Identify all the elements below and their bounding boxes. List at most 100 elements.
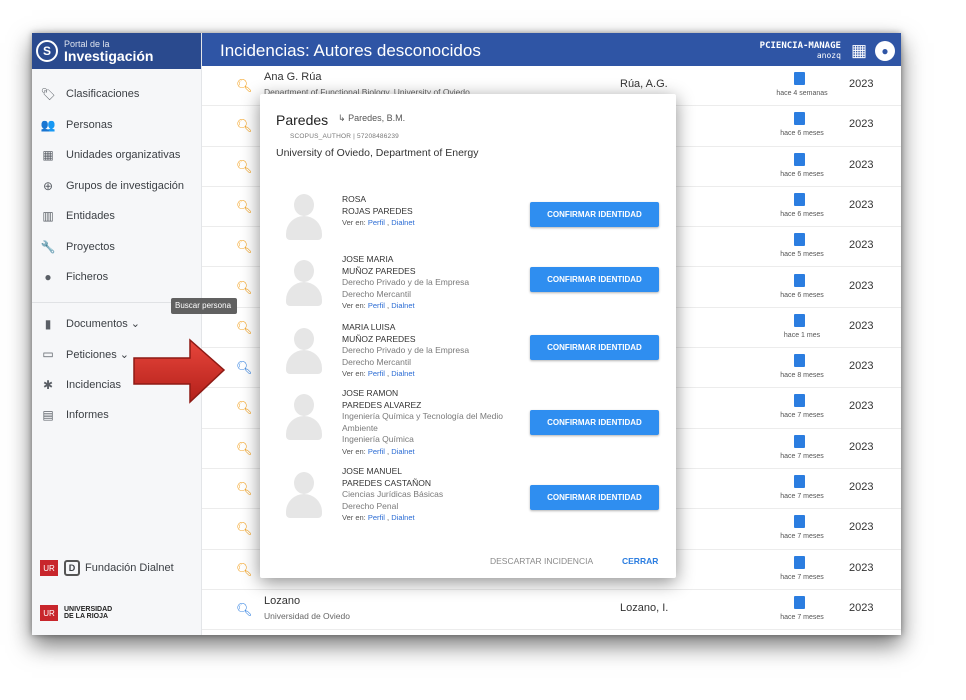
candidate-department: Derecho Privado y de la Empresa bbox=[342, 277, 470, 287]
relative-time: hace 4 semanas bbox=[776, 90, 828, 97]
document-icon[interactable] bbox=[794, 515, 805, 529]
profile-link[interactable]: Perfil bbox=[368, 369, 385, 378]
year: 2023 bbox=[849, 521, 874, 534]
confirm-identity-button[interactable]: CONFIRMAR IDENTIDAD bbox=[530, 485, 659, 510]
sidebar-item-clasificaciones[interactable]: 🏷 Clasificaciones bbox=[32, 79, 201, 110]
document-icon[interactable] bbox=[794, 152, 805, 166]
candidate-info: ROSA ROJAS PAREDES Ver en: Perfil , Dialne… bbox=[342, 194, 415, 229]
discard-incident-button[interactable]: DESCARTAR INCIDENCIA bbox=[490, 556, 593, 566]
dialnet-link[interactable]: Dialnet bbox=[391, 218, 414, 227]
author-alias: Lozano, I. bbox=[620, 601, 669, 614]
ver-en-label: Ver en: bbox=[342, 513, 366, 522]
candidate-department: Derecho Privado y de la Empresa bbox=[342, 345, 470, 355]
sidebar-item-label: Peticiones ⌄ bbox=[66, 348, 130, 361]
search-person-icon[interactable]: 🔍︎ bbox=[236, 400, 253, 416]
author-name: Ana G. Rúa bbox=[264, 71, 322, 83]
profile-link[interactable]: Perfil bbox=[368, 301, 385, 310]
sidebar-item-grupos-de-investigación[interactable]: ⊕ Grupos de investigación bbox=[32, 171, 201, 202]
brand-label: PCIENCIA-MANAGE anozq bbox=[759, 40, 841, 61]
candidate-links: Ver en: Perfil , Dialnet bbox=[342, 369, 415, 378]
search-person-icon[interactable]: 🔍︎ bbox=[236, 199, 253, 215]
sponsor-unirioja[interactable]: UR UNIVERSIDAD DE LA RIOJA bbox=[40, 605, 112, 621]
logo-line2: Investigación bbox=[64, 47, 154, 64]
year: 2023 bbox=[849, 440, 874, 453]
search-person-icon[interactable]: 🔍︎ bbox=[236, 481, 253, 497]
candidate-info: JOSE MANUEL PAREDES CASTAÑON Ciencias Jurí… bbox=[342, 466, 443, 524]
document-icon[interactable] bbox=[794, 354, 805, 368]
sidebar-item-ficheros[interactable]: ● Ficheros bbox=[32, 262, 201, 293]
document-icon[interactable] bbox=[794, 72, 805, 85]
dialnet-link[interactable]: Dialnet bbox=[391, 301, 414, 310]
document-icon[interactable] bbox=[794, 313, 805, 327]
sponsor-dialnet-label: Fundación Dialnet bbox=[85, 562, 174, 574]
apps-grid-icon[interactable]: ▦ bbox=[851, 41, 867, 61]
red-arrow-annotation bbox=[133, 338, 226, 404]
sidebar-item-label: Unidades organizativas bbox=[66, 149, 181, 162]
relative-time: hace 6 meses bbox=[780, 210, 824, 218]
account-icon[interactable]: ● bbox=[875, 41, 895, 61]
author-alias: Rúa, A.G. bbox=[620, 78, 668, 90]
search-person-icon[interactable]: 🔍︎ bbox=[236, 360, 253, 376]
document-icon[interactable] bbox=[794, 192, 805, 206]
brand-name: PCIENCIA-MANAGE bbox=[759, 40, 841, 51]
document-icon[interactable] bbox=[794, 555, 805, 569]
relative-time: hace 7 meses bbox=[780, 452, 824, 460]
search-person-icon[interactable]: 🔍︎ bbox=[236, 280, 253, 296]
document-icon[interactable] bbox=[794, 595, 805, 609]
table-row[interactable]: 🔍︎ Lozano Universidad de Oviedo Lozano, I. h… bbox=[202, 589, 901, 631]
candidate-links: Ver en: Perfil , Dialnet bbox=[342, 513, 415, 522]
tag-icon: 🏷 bbox=[40, 87, 56, 102]
sponsor-dialnet[interactable]: UR D Fundación Dialnet bbox=[40, 560, 174, 576]
sidebar-item-entidades[interactable]: ▥ Entidades bbox=[32, 201, 201, 232]
profile-link[interactable]: Perfil bbox=[368, 218, 385, 227]
unirioja-logo-icon: UR bbox=[40, 605, 58, 621]
ver-en-label: Ver en: bbox=[342, 301, 366, 310]
unirioja-line1: UNIVERSIDAD bbox=[64, 606, 113, 613]
search-person-icon[interactable]: 🔍︎ bbox=[236, 441, 253, 457]
dialnet-link[interactable]: Dialnet bbox=[391, 513, 414, 522]
confirm-identity-button[interactable]: CONFIRMAR IDENTIDAD bbox=[530, 410, 659, 435]
relative-time: hace 6 meses bbox=[780, 291, 824, 299]
ver-en-label: Ver en: bbox=[342, 218, 366, 227]
confirm-identity-button[interactable]: CONFIRMAR IDENTIDAD bbox=[530, 202, 659, 227]
relative-time: hace 5 meses bbox=[780, 251, 824, 259]
sidebar-item-label: Grupos de investigación bbox=[66, 179, 185, 192]
portal-logo[interactable]: S Portal de la Investigación bbox=[32, 33, 201, 69]
dialnet-link[interactable]: Dialnet bbox=[391, 447, 414, 456]
top-bar: Incidencias: Autores desconocidos PCIENC… bbox=[202, 33, 901, 69]
document-icon[interactable] bbox=[794, 233, 805, 247]
search-person-icon[interactable]: 🔍︎ bbox=[236, 602, 253, 618]
profile-link[interactable]: Perfil bbox=[368, 447, 385, 456]
search-person-icon[interactable]: 🔍︎ bbox=[236, 562, 253, 578]
document-icon[interactable] bbox=[794, 112, 805, 126]
profile-link[interactable]: Perfil bbox=[368, 513, 385, 522]
close-button[interactable]: CERRAR bbox=[622, 556, 658, 566]
sidebar-item-unidades-organizativas[interactable]: ▦ Unidades organizativas bbox=[32, 140, 201, 171]
sidebar-item-personas[interactable]: 👥 Personas bbox=[32, 110, 201, 141]
identity-dialog: Paredes ↳ Paredes, B.M. SCOPUS_AUTHOR | … bbox=[260, 94, 676, 578]
search-person-icon[interactable]: 🔍︎ bbox=[236, 521, 253, 537]
confirm-identity-button[interactable]: CONFIRMAR IDENTIDAD bbox=[530, 267, 659, 292]
document-icon[interactable] bbox=[794, 394, 805, 408]
candidate-first-name: JOSE MARIA bbox=[342, 254, 394, 264]
unirioja-line2: DE LA RIOJA bbox=[64, 613, 109, 620]
search-person-icon[interactable]: 🔍︎ bbox=[236, 239, 253, 255]
search-person-icon[interactable]: 🔍︎ bbox=[236, 118, 253, 134]
dialnet-link[interactable]: Dialnet bbox=[391, 369, 414, 378]
avatar-placeholder-icon bbox=[284, 472, 324, 518]
search-person-icon[interactable]: 🔍︎ bbox=[236, 78, 253, 94]
candidate-last-name: PAREDES CASTAÑON bbox=[342, 477, 431, 488]
document-icon: ▮ bbox=[44, 316, 52, 331]
document-icon[interactable] bbox=[794, 475, 805, 488]
search-person-icon[interactable]: 🔍︎ bbox=[236, 159, 253, 175]
confirm-identity-button[interactable]: CONFIRMAR IDENTIDAD bbox=[530, 335, 659, 360]
document-icon[interactable] bbox=[794, 273, 805, 287]
candidate-first-name: ROSA bbox=[342, 194, 367, 204]
search-person-icon[interactable]: 🔍︎ bbox=[236, 320, 253, 336]
sidebar-item-label: Proyectos bbox=[66, 240, 115, 253]
ver-en-label: Ver en: bbox=[342, 446, 366, 456]
org-chart-icon: ▦ bbox=[42, 148, 54, 163]
sidebar-item-proyectos[interactable]: 🔧 Proyectos bbox=[32, 232, 201, 263]
document-icon[interactable] bbox=[794, 434, 805, 448]
sidebar-item-label: Entidades bbox=[66, 210, 115, 223]
